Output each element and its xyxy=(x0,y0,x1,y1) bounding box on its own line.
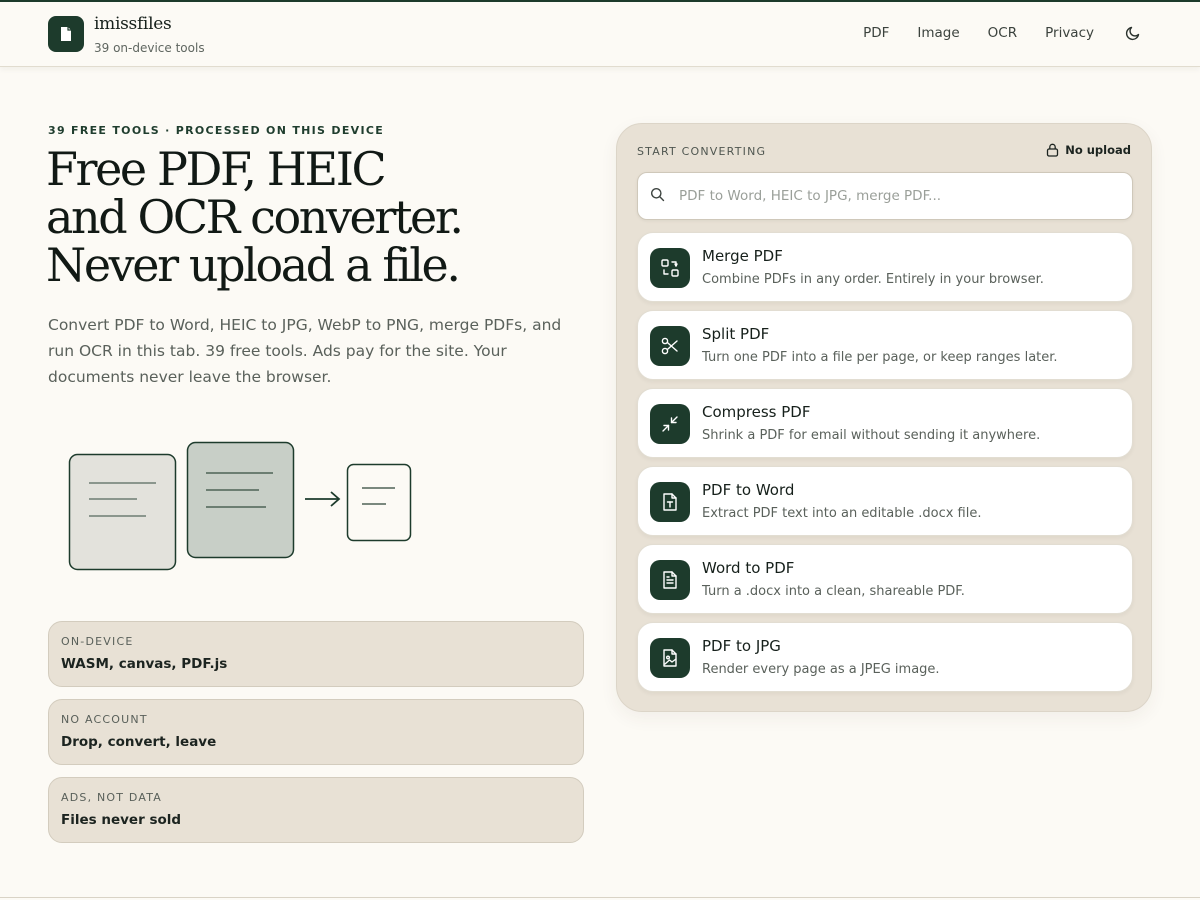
tool-description: Extract PDF text into an editable .docx … xyxy=(702,506,982,521)
search-icon xyxy=(650,187,665,206)
hero-title: Free PDF, HEIC and OCR converter. Never … xyxy=(46,145,606,289)
feature-card-ads-not-data: ADS, NOT DATA Files never sold xyxy=(48,777,584,843)
feature-card-no-account: NO ACCOUNT Drop, convert, leave xyxy=(48,699,584,765)
converter-panel: START CONVERTING No upload PDF to Word, … xyxy=(616,123,1152,712)
compress-icon xyxy=(650,404,690,444)
tool-description: Shrink a PDF for email without sending i… xyxy=(702,428,1041,443)
tool-description: Render every page as a JPEG image. xyxy=(702,662,940,677)
nav-item-image[interactable]: Image xyxy=(917,25,959,41)
tool-description: Combine PDFs in any order. Entirely in y… xyxy=(702,272,1044,287)
hero-title-line: Never upload a file. xyxy=(46,238,461,292)
main-nav: PDF Image OCR Privacy xyxy=(835,24,1142,42)
file-lines-icon xyxy=(650,560,690,600)
tool-card-compress-pdf[interactable]: Compress PDF Shrink a PDF for email with… xyxy=(637,388,1133,458)
feature-value: Files never sold xyxy=(61,812,182,828)
tool-title: PDF to Word xyxy=(702,481,795,499)
tool-description: Turn a .docx into a clean, shareable PDF… xyxy=(702,584,965,599)
moon-icon[interactable] xyxy=(1124,24,1142,42)
feature-label: ADS, NOT DATA xyxy=(61,791,163,804)
brand-subtitle: 39 on-device tools xyxy=(94,41,205,55)
tool-card-merge-pdf[interactable]: Merge PDF Combine PDFs in any order. Ent… xyxy=(637,232,1133,302)
no-upload-badge: No upload xyxy=(1046,143,1131,157)
feature-label: NO ACCOUNT xyxy=(61,713,148,726)
tool-search[interactable] xyxy=(637,172,1133,220)
hero-lead: Convert PDF to Word, HEIC to JPG, WebP t… xyxy=(48,316,562,386)
search-input[interactable] xyxy=(679,188,1109,204)
tool-card-split-pdf[interactable]: Split PDF Turn one PDF into a file per p… xyxy=(637,310,1133,380)
nav-item-privacy[interactable]: Privacy xyxy=(1045,25,1094,41)
hero-title-line: and OCR converter. xyxy=(46,190,464,244)
feature-card-on-device: ON-DEVICE WASM, canvas, PDF.js xyxy=(48,621,584,687)
tool-title: Merge PDF xyxy=(702,247,783,265)
nav-item-ocr[interactable]: OCR xyxy=(988,25,1017,41)
feature-value: WASM, canvas, PDF.js xyxy=(61,656,228,672)
panel-label: START CONVERTING xyxy=(637,145,767,158)
tool-title: Split PDF xyxy=(702,325,770,343)
feature-label: ON-DEVICE xyxy=(61,635,134,648)
tool-description: Turn one PDF into a file per page, or ke… xyxy=(702,350,1058,365)
footer-divider xyxy=(0,897,1200,898)
tool-card-pdf-to-jpg[interactable]: PDF to JPG Render every page as a JPEG i… xyxy=(637,622,1133,692)
hero-title-line: Free PDF, HEIC xyxy=(46,142,387,196)
hero-eyebrow: 39 FREE TOOLS · PROCESSED ON THIS DEVICE xyxy=(48,124,385,137)
scissors-icon xyxy=(650,326,690,366)
tool-title: Word to PDF xyxy=(702,559,795,577)
document-conversion-illustration xyxy=(68,441,412,571)
tool-title: Compress PDF xyxy=(702,403,811,421)
file-image-icon xyxy=(650,638,690,678)
merge-icon xyxy=(650,248,690,288)
logo-file-icon[interactable] xyxy=(48,16,84,52)
tool-card-word-to-pdf[interactable]: Word to PDF Turn a .docx into a clean, s… xyxy=(637,544,1133,614)
file-text-t-icon xyxy=(650,482,690,522)
nav-item-pdf[interactable]: PDF xyxy=(863,25,889,41)
feature-value: Drop, convert, leave xyxy=(61,734,217,750)
lock-icon xyxy=(1046,143,1059,157)
tool-card-pdf-to-word[interactable]: PDF to Word Extract PDF text into an edi… xyxy=(637,466,1133,536)
site-header: imissfiles 39 on-device tools PDF Image … xyxy=(0,2,1200,67)
brand-name[interactable]: imissfiles xyxy=(94,14,172,34)
tool-title: PDF to JPG xyxy=(702,637,781,655)
badge-text: No upload xyxy=(1065,143,1131,157)
